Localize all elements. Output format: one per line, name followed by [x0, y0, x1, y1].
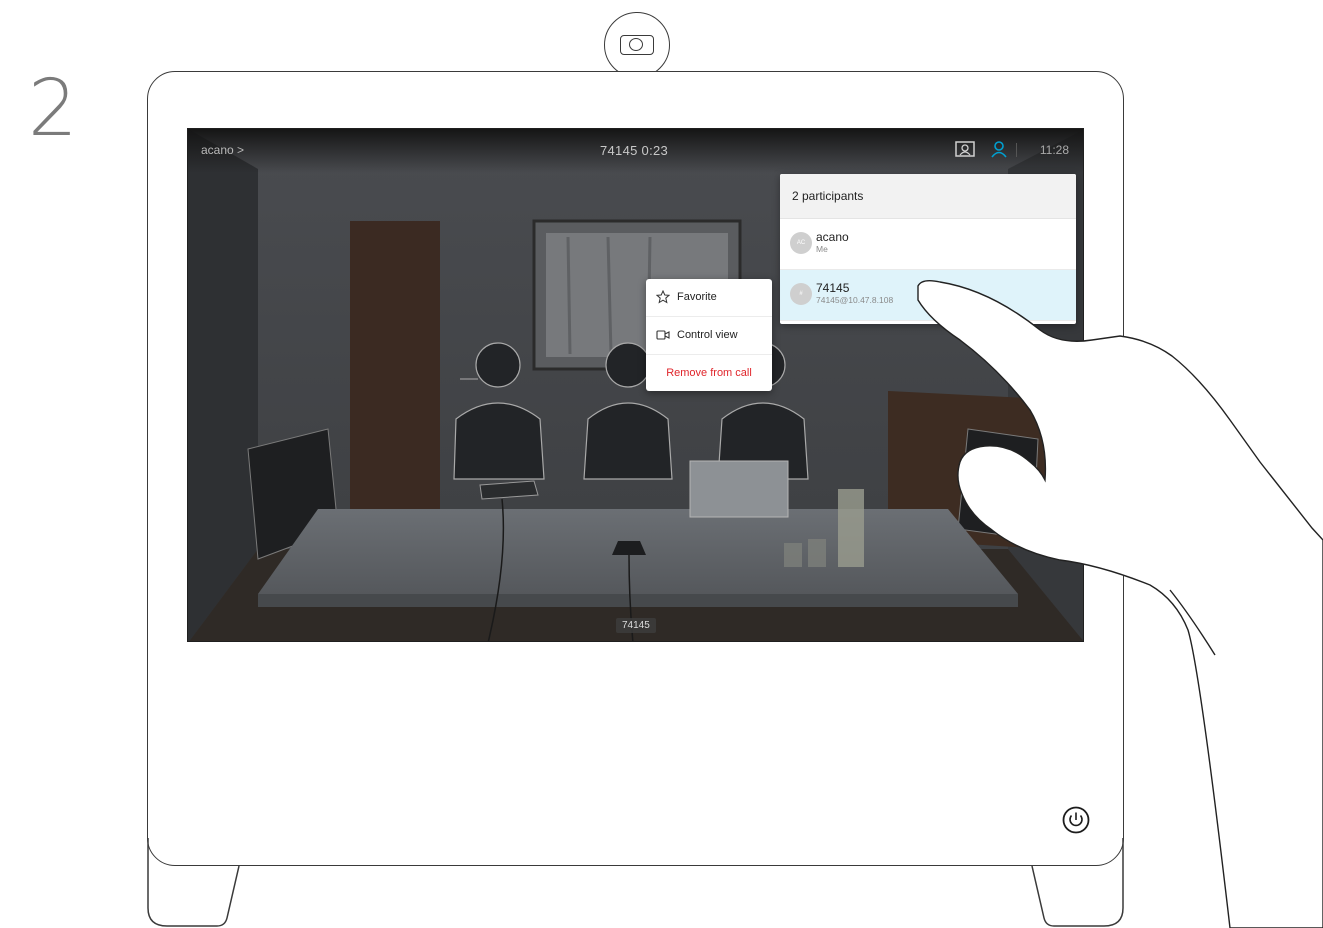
hand-gesture-illustration: [917, 279, 1323, 928]
